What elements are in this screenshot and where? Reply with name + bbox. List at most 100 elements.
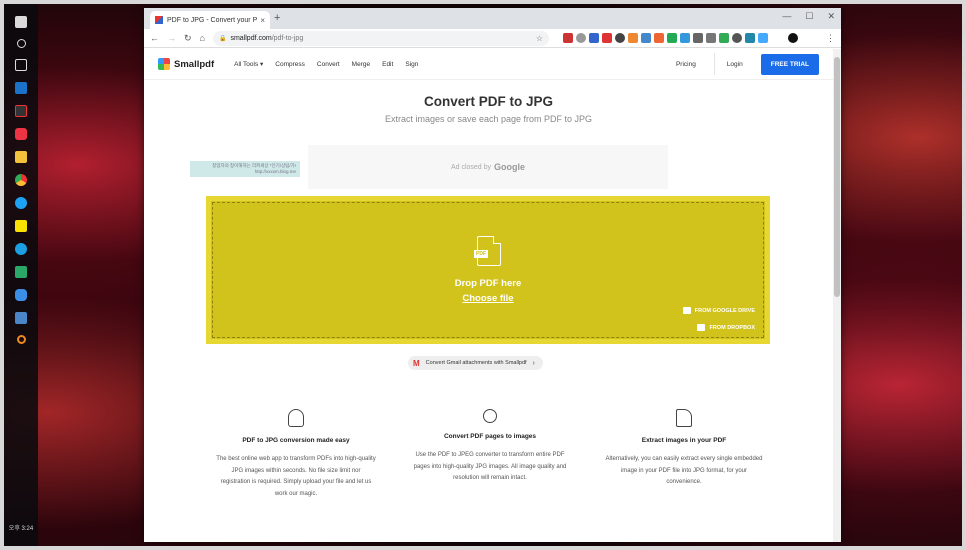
outlook-icon[interactable] xyxy=(15,81,27,94)
page-scrollbar[interactable] xyxy=(833,49,841,542)
logo-text: Smallpdf xyxy=(174,58,215,70)
feature-title: PDF to JPG conversion made easy xyxy=(242,437,350,444)
extension-icon[interactable] xyxy=(692,33,703,43)
smallpdf-logo[interactable]: Smallpdf xyxy=(158,58,214,70)
smallpdf-favicon-icon xyxy=(155,16,163,24)
extension-icon[interactable] xyxy=(627,33,638,43)
feature-body: The best online web app to transform PDF… xyxy=(216,456,376,497)
search-icon[interactable] xyxy=(16,38,26,48)
nav-divider xyxy=(713,53,715,75)
nav-compress[interactable]: Compress xyxy=(275,61,305,68)
internet-explorer-icon[interactable] xyxy=(15,242,27,255)
window-controls: — ☐ ✕ xyxy=(782,11,835,22)
extension-icon[interactable] xyxy=(588,33,599,43)
extension-icon[interactable] xyxy=(757,33,768,43)
extension-icon[interactable] xyxy=(640,33,651,43)
task-view-icon[interactable] xyxy=(15,58,27,71)
award-ribbon-icon xyxy=(483,409,497,423)
lock-icon: 🔒 xyxy=(218,35,227,42)
windows-start-icon[interactable] xyxy=(15,15,27,28)
feature-title: Extract images in your PDF xyxy=(641,437,727,444)
extension-icon[interactable] xyxy=(601,33,612,43)
extension-icon[interactable] xyxy=(575,33,586,43)
kakaotalk-icon[interactable] xyxy=(15,219,27,232)
text-ad-url: http://xxxxm.blog.me xyxy=(254,169,296,174)
feature-card: Convert PDF pages to images Use the PDF … xyxy=(410,409,570,500)
extension-icon[interactable] xyxy=(718,33,729,43)
free-trial-button[interactable]: FREE TRIAL xyxy=(760,53,819,75)
login-link[interactable]: Login xyxy=(727,61,743,68)
search-app-icon[interactable] xyxy=(16,334,26,344)
app-icon[interactable] xyxy=(15,311,27,324)
extension-icon[interactable] xyxy=(731,33,742,43)
url-host: smallpdf.com xyxy=(230,34,272,42)
browser-toolbar: ← → ↻ ⌂ 🔒 smallpdf.com/pdf-to-jpg ☆ ⋮ xyxy=(144,29,841,48)
feature-body: Alternatively, you can easily extract ev… xyxy=(605,456,763,485)
google-drive-link[interactable]: FROM GOOGLE DRIVE xyxy=(682,307,755,314)
chevron-right-icon: › xyxy=(532,359,535,367)
forward-arrow-icon[interactable]: → xyxy=(167,33,176,43)
feature-card: PDF to JPG conversion made easy The best… xyxy=(216,409,376,500)
dropbox-label: FROM DROPBOX xyxy=(709,324,755,331)
extension-icon[interactable] xyxy=(666,33,677,43)
twitter-icon[interactable] xyxy=(15,196,27,209)
taskbar-clock: 오후 3:24 xyxy=(8,526,34,532)
app-icon[interactable] xyxy=(15,104,27,117)
address-bar[interactable]: 🔒 smallpdf.com/pdf-to-jpg ☆ xyxy=(212,30,549,46)
tab-title: PDF to JPG - Convert your PDF t xyxy=(167,16,258,24)
back-arrow-icon[interactable]: ← xyxy=(150,33,159,43)
tab-strip: PDF to JPG - Convert your PDF t × + — ☐ … xyxy=(144,8,841,29)
text-ad[interactable]: 창업자의 창이해하는 리퍼세상 *인기/상팀/가! http://xxxxm.b… xyxy=(190,161,300,177)
smallpdf-logo-icon xyxy=(158,58,170,70)
nav-pricing[interactable]: Pricing xyxy=(676,61,696,68)
extension-icon[interactable] xyxy=(744,33,755,43)
file-dropzone[interactable]: PDF Drop PDF here Choose file FROM GOOGL… xyxy=(206,196,770,344)
cloud-icon[interactable] xyxy=(15,288,27,301)
pdf-file-icon: PDF xyxy=(474,236,501,266)
ad-row: 창업자의 창이해하는 리퍼세상 *인기/상팀/가! http://xxxxm.b… xyxy=(190,145,668,189)
dropbox-icon xyxy=(697,324,706,331)
extension-icon[interactable] xyxy=(562,33,573,43)
home-icon[interactable]: ⌂ xyxy=(200,33,205,43)
taskbar: 오후 3:24 xyxy=(4,4,38,546)
extension-icon[interactable] xyxy=(653,33,664,43)
nav-right: Pricing Login FREE TRIAL xyxy=(676,53,819,75)
nav-convert[interactable]: Convert xyxy=(317,61,340,68)
extension-icon[interactable] xyxy=(614,33,625,43)
menu-kebab-icon[interactable]: ⋮ xyxy=(826,33,835,44)
gmail-label: Convert Gmail attachments with Smallpdf xyxy=(425,360,527,366)
lightbulb-icon xyxy=(288,409,304,427)
choose-file-link[interactable]: Choose file xyxy=(211,293,765,304)
gmail-attachments-button[interactable]: M Convert Gmail attachments with Smallpd… xyxy=(408,356,543,370)
maximize-button[interactable]: ☐ xyxy=(805,11,813,22)
new-tab-button[interactable]: + xyxy=(274,12,280,24)
nav-sign[interactable]: Sign xyxy=(405,61,418,68)
thumbs-up-icon xyxy=(676,409,692,427)
close-window-button[interactable]: ✕ xyxy=(827,11,835,22)
file-explorer-icon[interactable] xyxy=(15,150,27,163)
nav-merge[interactable]: Merge xyxy=(352,61,370,68)
nav-edit[interactable]: Edit xyxy=(382,61,393,68)
browser-tab[interactable]: PDF to JPG - Convert your PDF t × xyxy=(150,11,270,29)
extension-icon[interactable] xyxy=(679,33,690,43)
app-icon[interactable] xyxy=(15,265,27,278)
bookmark-star-icon[interactable]: ☆ xyxy=(536,34,543,43)
ad-closed-label: Ad closed by xyxy=(450,163,492,171)
site-navbar: Smallpdf All Tools ▾ Compress Convert Me… xyxy=(144,49,833,80)
minimize-button[interactable]: — xyxy=(782,11,791,22)
dropbox-link[interactable]: FROM DROPBOX xyxy=(697,324,755,331)
pdf-tag: PDF xyxy=(474,250,488,258)
nav-all-tools[interactable]: All Tools ▾ xyxy=(234,60,263,68)
reload-icon[interactable]: ↻ xyxy=(184,33,192,44)
page-subtitle: Extract images or save each page from PD… xyxy=(384,114,593,124)
extension-icon[interactable] xyxy=(705,33,716,43)
tab-close-icon[interactable]: × xyxy=(260,16,265,25)
chrome-icon[interactable] xyxy=(15,173,27,186)
gmail-icon: M xyxy=(413,358,420,368)
app-icon[interactable] xyxy=(15,127,27,140)
scrollbar-thumb[interactable] xyxy=(834,57,840,297)
page-title: Convert PDF to JPG xyxy=(423,94,553,109)
profile-avatar[interactable] xyxy=(787,33,798,43)
url-path: /pdf-to-jpg xyxy=(271,34,304,42)
browser-window: PDF to JPG - Convert your PDF t × + — ☐ … xyxy=(144,8,841,542)
